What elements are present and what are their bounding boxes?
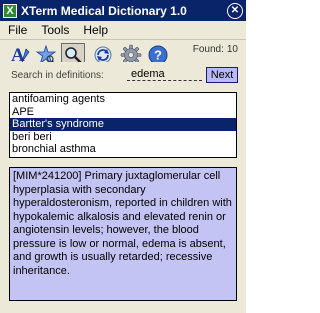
close-button[interactable]: ✕ (227, 2, 243, 19)
list-item[interactable]: bronchial asthma (10, 143, 236, 156)
found-label: Found: (192, 44, 224, 55)
list-item[interactable]: antifoaming agents (10, 93, 236, 106)
search-input[interactable] (127, 67, 202, 81)
found-counter: Found: 10 (190, 44, 238, 55)
results-list[interactable]: antifoaming agents APE Bartter's syndrom… (9, 92, 237, 158)
list-item[interactable]: beri beri (10, 131, 236, 144)
next-button[interactable]: Next (206, 67, 238, 83)
found-count: 10 (226, 44, 238, 55)
menu-help[interactable]: Help (75, 23, 114, 37)
menu-bar: File Tools Help (0, 21, 246, 40)
definition-text: [MIM*241200] Primary juxtaglomerular cel… (9, 167, 237, 301)
title-bar: X XTerm Medical Dictionary 1.0 ✕ (0, 0, 246, 21)
search-label: Search in definitions: (11, 70, 104, 81)
window-title: XTerm Medical Dictionary 1.0 (21, 3, 187, 18)
list-item-selected[interactable]: Bartter's syndrome (10, 118, 236, 131)
list-item[interactable]: APE (10, 106, 236, 119)
menu-tools[interactable]: Tools (33, 23, 75, 37)
svg-text:?: ? (154, 48, 162, 63)
menu-file[interactable]: File (0, 23, 33, 37)
search-row: Search in definitions: Next (0, 62, 246, 88)
content-panel: antifoaming agents APE Bartter's syndrom… (0, 88, 246, 313)
app-icon: X (3, 3, 17, 18)
